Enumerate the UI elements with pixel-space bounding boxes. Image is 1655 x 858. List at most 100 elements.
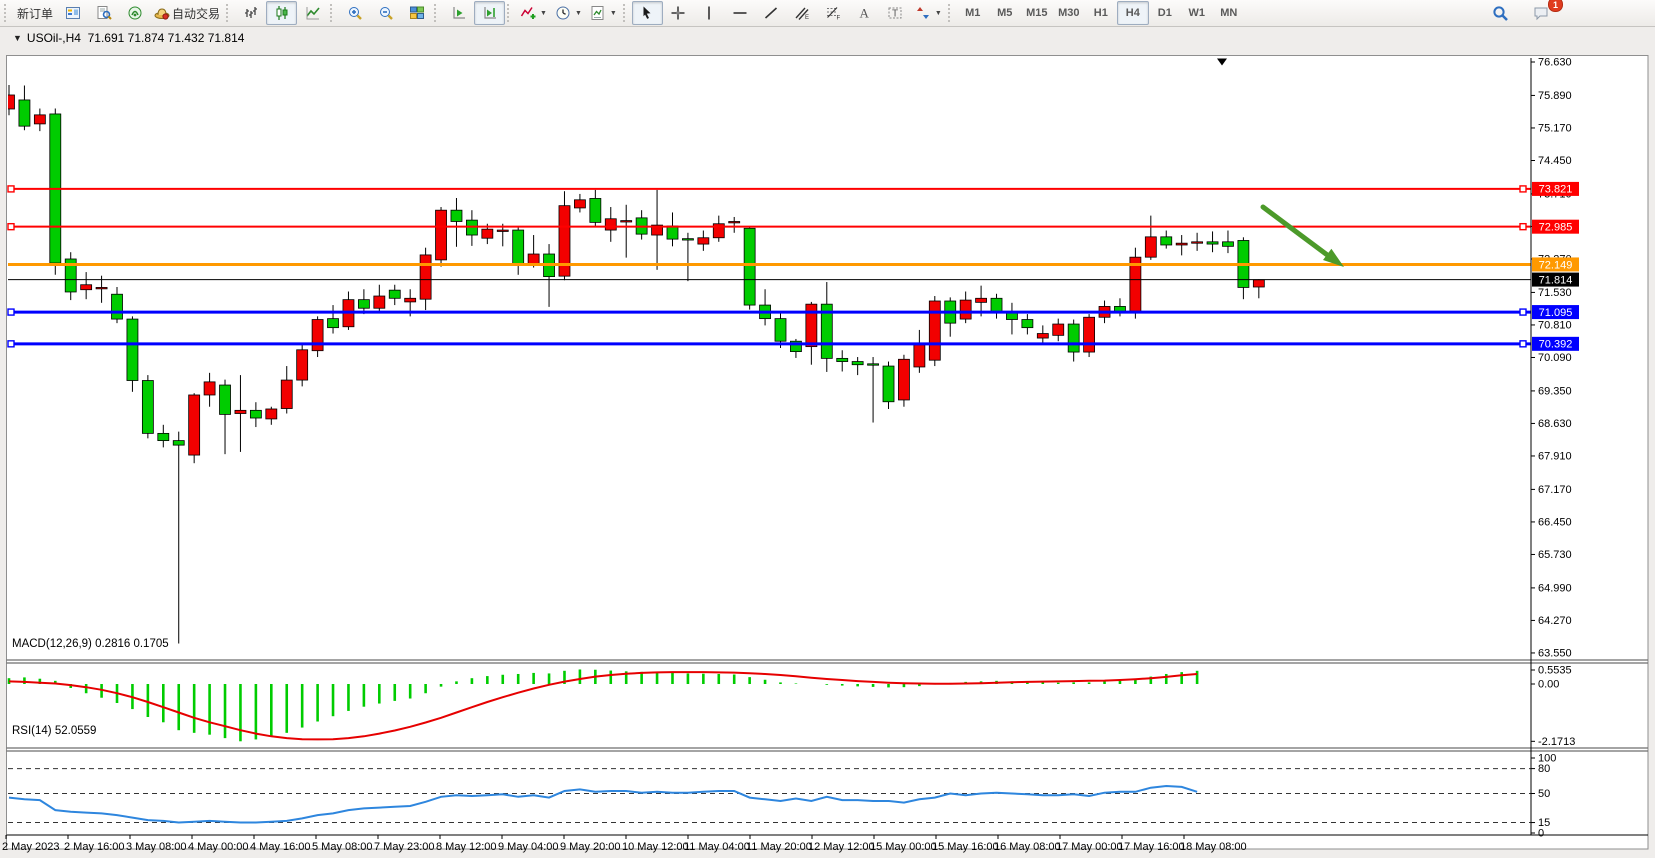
line-chart-button[interactable] bbox=[297, 1, 328, 25]
svg-text:71.095: 71.095 bbox=[1539, 307, 1573, 319]
cursor-button[interactable] bbox=[632, 1, 663, 25]
new-order-button[interactable]: 新订单 bbox=[13, 1, 57, 25]
svg-text:12 May 12:00: 12 May 12:00 bbox=[808, 841, 875, 853]
channel-button[interactable]: E bbox=[787, 1, 818, 25]
templates-button[interactable]: ▼ bbox=[586, 1, 621, 25]
chart-shift-icon bbox=[482, 5, 498, 21]
zoom-in-button[interactable] bbox=[339, 1, 370, 25]
arrows-icon bbox=[915, 5, 931, 21]
svg-text:A: A bbox=[860, 6, 870, 21]
svg-text:70.392: 70.392 bbox=[1539, 339, 1573, 351]
timeframe-w1-button[interactable]: W1 bbox=[1181, 1, 1213, 25]
market-watch-button[interactable] bbox=[57, 1, 88, 25]
toolbar-grip bbox=[330, 4, 336, 22]
svg-text:71.814: 71.814 bbox=[1539, 274, 1573, 286]
chevron-down-icon[interactable]: ▼ bbox=[935, 10, 942, 17]
zoom-in-icon bbox=[347, 5, 363, 21]
toolbar-grip bbox=[4, 4, 10, 22]
trendline-button[interactable] bbox=[756, 1, 787, 25]
crosshair-button[interactable] bbox=[663, 1, 694, 25]
timeframe-h4-button[interactable]: H4 bbox=[1117, 1, 1149, 25]
svg-text:70.090: 70.090 bbox=[1538, 352, 1572, 364]
svg-text:17 May 16:00: 17 May 16:00 bbox=[1118, 841, 1185, 853]
svg-text:72.985: 72.985 bbox=[1539, 221, 1573, 233]
vline-icon bbox=[701, 5, 717, 21]
svg-text:69.350: 69.350 bbox=[1538, 385, 1572, 397]
svg-text:11 May 04:00: 11 May 04:00 bbox=[684, 841, 750, 853]
arrows-button[interactable]: ▼ bbox=[911, 1, 946, 25]
indicators-icon bbox=[520, 5, 536, 21]
quote-dropdown-icon[interactable]: ▼ bbox=[13, 33, 22, 43]
text-icon: A bbox=[856, 5, 872, 21]
svg-text:74.450: 74.450 bbox=[1538, 155, 1572, 167]
market-watch-icon bbox=[65, 5, 81, 21]
horizontal-line-button[interactable] bbox=[725, 1, 756, 25]
svg-text:4 May 16:00: 4 May 16:00 bbox=[250, 841, 311, 853]
auto-scroll-button[interactable] bbox=[443, 1, 474, 25]
svg-text:67.170: 67.170 bbox=[1538, 484, 1572, 496]
zoom-out-button[interactable] bbox=[370, 1, 401, 25]
svg-text:75.170: 75.170 bbox=[1538, 122, 1572, 134]
chevron-down-icon[interactable]: ▼ bbox=[575, 10, 582, 17]
notification-badge: 1 bbox=[1548, 0, 1563, 12]
timeframe-m30-button[interactable]: M30 bbox=[1053, 1, 1085, 25]
svg-text:0.5535: 0.5535 bbox=[1538, 665, 1572, 677]
text-button[interactable]: A bbox=[849, 1, 880, 25]
chart-window: 76.63075.89075.17074.45073.71072.99072.2… bbox=[0, 27, 1655, 831]
timeframe-m5-button[interactable]: M5 bbox=[989, 1, 1021, 25]
autotrading-button[interactable]: 自动交易 bbox=[150, 1, 224, 25]
autotrading-button-label: 自动交易 bbox=[172, 5, 220, 22]
bar-chart-button[interactable] bbox=[235, 1, 266, 25]
indicators-button[interactable]: ▼ bbox=[516, 1, 551, 25]
tile-windows-button[interactable] bbox=[401, 1, 432, 25]
chart-ohlc-values: 71.691 71.874 71.432 71.814 bbox=[88, 31, 245, 45]
chart-shift-button[interactable] bbox=[474, 1, 505, 25]
clock-icon bbox=[555, 5, 571, 21]
svg-text:2 May 2023: 2 May 2023 bbox=[2, 841, 59, 853]
notifications-button[interactable]: 1 bbox=[1526, 1, 1557, 25]
periods-button[interactable]: ▼ bbox=[551, 1, 586, 25]
svg-text:63.550: 63.550 bbox=[1538, 647, 1572, 659]
timeframe-h1-button[interactable]: H1 bbox=[1085, 1, 1117, 25]
timeframe-mn-button[interactable]: MN bbox=[1213, 1, 1245, 25]
bar-chart-icon bbox=[243, 5, 259, 21]
mt4-terminal: { "toolbar": { "new_order_label": "新订单",… bbox=[0, 0, 1655, 831]
svg-text:9 May 04:00: 9 May 04:00 bbox=[498, 841, 559, 853]
text-label-button[interactable]: T bbox=[880, 1, 911, 25]
search-button[interactable] bbox=[1485, 1, 1516, 25]
toolbar-grip bbox=[623, 4, 629, 22]
top-toolbar: 新订单 自动交易 ▼ ▼ ▼ E F AT ▼ M1M5M15M30H1H4D1W1MN 1 bbox=[0, 0, 1655, 27]
chevron-down-icon[interactable]: ▼ bbox=[540, 10, 547, 17]
toolbar-grip bbox=[507, 4, 513, 22]
svg-text:67.910: 67.910 bbox=[1538, 450, 1572, 462]
svg-text:5 May 08:00: 5 May 08:00 bbox=[312, 841, 373, 853]
svg-text:11 May 20:00: 11 May 20:00 bbox=[746, 841, 812, 853]
timeframe-m1-button[interactable]: M1 bbox=[957, 1, 989, 25]
chevron-down-icon[interactable]: ▼ bbox=[610, 10, 617, 17]
svg-text:70.810: 70.810 bbox=[1538, 319, 1572, 331]
macd-indicator-title: MACD(12,26,9) 0.2816 0.1705 bbox=[12, 638, 169, 650]
svg-text:50: 50 bbox=[1538, 788, 1550, 800]
svg-text:-2.1713: -2.1713 bbox=[1538, 736, 1575, 748]
toolbar-grip bbox=[226, 4, 232, 22]
svg-text:F: F bbox=[837, 16, 841, 22]
candlestick-chart-button[interactable] bbox=[266, 1, 297, 25]
svg-text:15 May 00:00: 15 May 00:00 bbox=[870, 841, 937, 853]
chart-title: ▼USOil-,H4 71.691 71.874 71.432 71.814 bbox=[13, 31, 244, 45]
search-icon bbox=[1492, 5, 1509, 22]
chart-canvas[interactable]: 76.63075.89075.17074.45073.71072.99072.2… bbox=[0, 27, 1655, 858]
timeframe-m15-button[interactable]: M15 bbox=[1021, 1, 1053, 25]
svg-text:0: 0 bbox=[1538, 828, 1544, 840]
svg-text:73.821: 73.821 bbox=[1539, 184, 1573, 196]
svg-text:76.630: 76.630 bbox=[1538, 57, 1572, 69]
svg-text:18 May 08:00: 18 May 08:00 bbox=[1180, 841, 1247, 853]
navigator-button[interactable] bbox=[119, 1, 150, 25]
vertical-line-button[interactable] bbox=[694, 1, 725, 25]
data-window-button[interactable] bbox=[88, 1, 119, 25]
fibonacci-button[interactable]: F bbox=[818, 1, 849, 25]
crosshair-icon bbox=[670, 5, 686, 21]
svg-text:E: E bbox=[805, 15, 809, 21]
zoom-out-icon bbox=[378, 5, 394, 21]
timeframe-d1-button[interactable]: D1 bbox=[1149, 1, 1181, 25]
svg-text:4 May 00:00: 4 May 00:00 bbox=[188, 841, 249, 853]
